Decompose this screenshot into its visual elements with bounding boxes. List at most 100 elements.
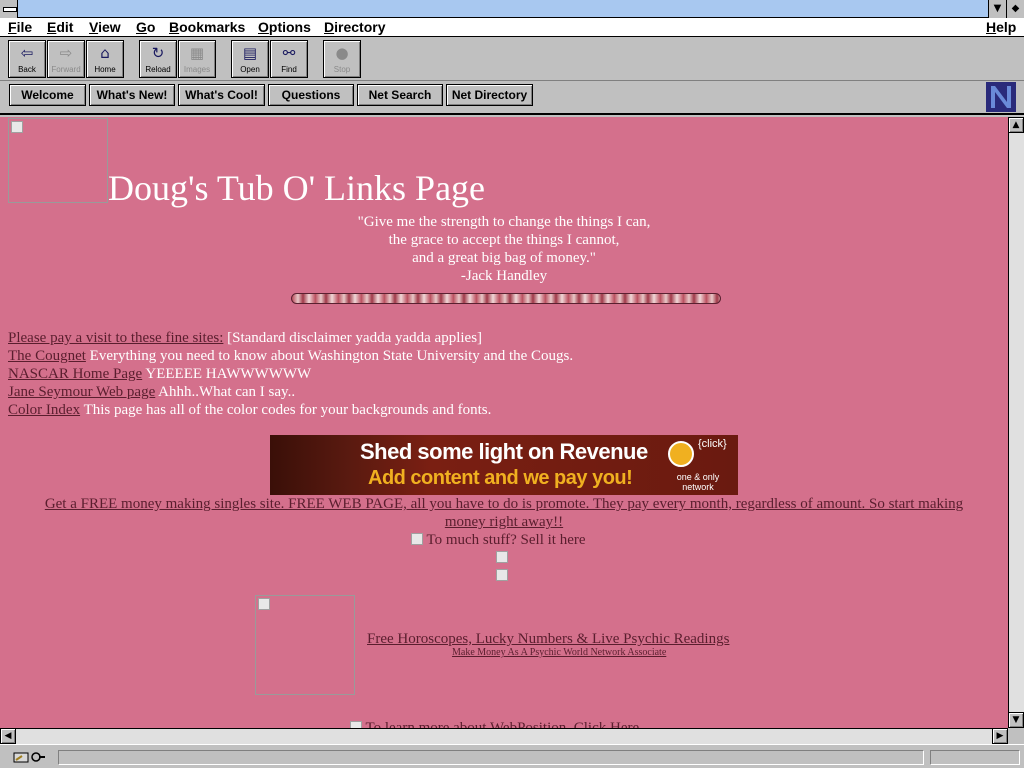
find-label: Find bbox=[281, 65, 297, 74]
scroll-left-arrow-icon[interactable]: ◀ bbox=[0, 728, 16, 744]
welcome-button[interactable]: Welcome bbox=[9, 84, 86, 106]
webposition-image[interactable]: To learn more about WebPosition, Click H… bbox=[350, 719, 639, 728]
images-icon: ▦ bbox=[189, 44, 205, 62]
banner-network: one & only network bbox=[658, 472, 738, 492]
minimize-button[interactable]: ▼ bbox=[988, 0, 1006, 18]
home-icon: ⌂ bbox=[100, 44, 110, 62]
menu-go[interactable]: Go bbox=[136, 19, 155, 35]
net-directory-button[interactable]: Net Directory bbox=[446, 84, 533, 106]
images-button[interactable]: ▦ Images bbox=[178, 40, 216, 78]
system-menu-button[interactable] bbox=[0, 0, 18, 18]
status-bar bbox=[0, 744, 1024, 768]
title-bar: ▼ ◆ bbox=[0, 0, 1024, 18]
webposition-alt-text: To learn more about WebPosition, Click H… bbox=[365, 720, 640, 728]
quote-line-3: and a great big bag of money." bbox=[0, 249, 1008, 267]
scroll-down-arrow-icon[interactable]: ▼ bbox=[1008, 712, 1024, 728]
home-button[interactable]: ⌂ Home bbox=[86, 40, 124, 78]
key-icon bbox=[13, 752, 45, 763]
netscape-n-icon bbox=[986, 82, 1016, 112]
network-line-2: network bbox=[682, 482, 714, 492]
visit-link[interactable]: Please pay a visit to these fine sites: bbox=[8, 330, 223, 346]
quote-line-2: the grace to accept the things I cannot, bbox=[0, 231, 1008, 249]
free-site-line-2: money right away!! bbox=[0, 513, 1008, 531]
quote-author: -Jack Handley bbox=[0, 267, 1008, 285]
header-image-placeholder bbox=[8, 118, 108, 203]
back-button[interactable]: ⇦ Back bbox=[8, 40, 46, 78]
netscape-logo[interactable] bbox=[986, 82, 1016, 112]
menu-help[interactable]: Help bbox=[986, 19, 1016, 35]
images-label: Images bbox=[183, 65, 211, 74]
page-title: Doug's Tub O' Links Page bbox=[108, 168, 486, 208]
quote-text-3: and a great big bag of money." bbox=[412, 250, 596, 266]
menu-file[interactable]: File bbox=[8, 19, 32, 35]
forward-arrow-icon: ⇨ bbox=[59, 44, 73, 62]
open-label: Open bbox=[240, 65, 260, 74]
back-arrow-icon: ⇦ bbox=[20, 44, 34, 62]
revenue-banner-ad[interactable]: Shed some light on Revenue Add content a… bbox=[270, 435, 738, 495]
sell-it-image[interactable]: To much stuff? Sell it here bbox=[411, 531, 586, 549]
reload-button[interactable]: ↻ Reload bbox=[139, 40, 177, 78]
horoscope-link[interactable]: Free Horoscopes, Lucky Numbers & Live Ps… bbox=[367, 631, 729, 647]
directory-button-bar: Welcome What's New! What's Cool! Questio… bbox=[0, 81, 1024, 115]
nascar-link[interactable]: NASCAR Home Page bbox=[8, 366, 142, 382]
quote-text-1: "Give me the strength to change the thin… bbox=[357, 214, 651, 230]
nascar-desc: YEEEEE HAWWWWWW bbox=[145, 366, 312, 382]
home-label: Home bbox=[94, 65, 116, 74]
broken-image-icon bbox=[350, 721, 362, 728]
net-search-button[interactable]: Net Search bbox=[357, 84, 443, 106]
free-site-line-1: Get a FREE money making singles site. FR… bbox=[0, 495, 1008, 513]
broken-image-icon-small-2 bbox=[496, 569, 508, 581]
disclaimer-text: [Standard disclaimer yadda yadda applies… bbox=[227, 330, 483, 346]
decorative-rule bbox=[291, 293, 721, 304]
forward-label: Forward bbox=[51, 65, 81, 74]
scrollbar-corner bbox=[1008, 728, 1024, 744]
broken-image-icon bbox=[11, 121, 23, 133]
maximize-button[interactable]: ◆ bbox=[1006, 0, 1024, 18]
free-site-link-2[interactable]: money right away!! bbox=[445, 514, 563, 530]
quote-text-2: the grace to accept the things I cannot, bbox=[388, 232, 620, 248]
security-key-icon[interactable] bbox=[12, 750, 46, 764]
broken-image-icon bbox=[411, 533, 423, 545]
psychic-image-placeholder[interactable] bbox=[255, 595, 355, 695]
status-progress-field bbox=[930, 750, 1020, 765]
link-row-color-index: Color Index This page has all of the col… bbox=[8, 401, 491, 419]
page-content: Doug's Tub O' Links Page "Give me the st… bbox=[0, 117, 1008, 728]
cougnet-link[interactable]: The Cougnet bbox=[8, 348, 86, 364]
lightbulb-icon bbox=[668, 441, 694, 467]
stop-button[interactable]: ● Stop bbox=[323, 40, 361, 78]
scroll-right-arrow-icon[interactable]: ▶ bbox=[992, 728, 1008, 744]
cougnet-desc: Everything you need to know about Washin… bbox=[89, 348, 574, 364]
whats-cool-button[interactable]: What's Cool! bbox=[178, 84, 265, 106]
jane-seymour-link[interactable]: Jane Seymour Web page bbox=[8, 384, 155, 400]
menu-edit[interactable]: Edit bbox=[47, 19, 73, 35]
banner-line-2: Add content and we pay you! bbox=[368, 467, 633, 489]
color-index-desc: This page has all of the color codes for… bbox=[83, 402, 492, 418]
find-button[interactable]: ⚯ Find bbox=[270, 40, 308, 78]
status-message-field bbox=[58, 750, 924, 765]
stop-label: Stop bbox=[333, 65, 351, 74]
binoculars-icon: ⚯ bbox=[282, 44, 296, 62]
forward-button[interactable]: ⇨ Forward bbox=[47, 40, 85, 78]
menu-directory[interactable]: Directory bbox=[324, 19, 385, 35]
back-label: Back bbox=[18, 65, 36, 74]
free-site-link-1[interactable]: Get a FREE money making singles site. FR… bbox=[45, 496, 963, 512]
reload-icon: ↻ bbox=[151, 44, 165, 62]
menu-view[interactable]: View bbox=[89, 19, 121, 35]
whats-new-button[interactable]: What's New! bbox=[89, 84, 175, 106]
horizontal-scrollbar[interactable]: ◀ ▶ bbox=[0, 728, 1008, 744]
visit-line: Please pay a visit to these fine sites: … bbox=[8, 329, 482, 347]
open-button[interactable]: ▤ Open bbox=[231, 40, 269, 78]
banner-click: {click} bbox=[698, 438, 727, 450]
link-row-nascar: NASCAR Home Page YEEEEE HAWWWWWW bbox=[8, 365, 311, 383]
menu-bookmarks[interactable]: Bookmarks bbox=[169, 19, 245, 35]
psychic-associate-link[interactable]: Make Money As A Psychic World Network As… bbox=[452, 647, 666, 658]
vertical-scrollbar[interactable]: ▲ ▼ bbox=[1008, 117, 1024, 728]
color-index-link[interactable]: Color Index bbox=[8, 402, 80, 418]
reload-label: Reload bbox=[145, 65, 171, 74]
toolbar: ⇦ Back ⇨ Forward ⌂ Home ↻ Reload ▦ Image… bbox=[0, 37, 1024, 81]
jane-seymour-desc: Ahhh..What can I say.. bbox=[158, 384, 296, 400]
menu-options[interactable]: Options bbox=[258, 19, 311, 35]
broken-image-icon-small-1 bbox=[496, 551, 508, 563]
questions-button[interactable]: Questions bbox=[268, 84, 354, 106]
scroll-up-arrow-icon[interactable]: ▲ bbox=[1008, 117, 1024, 133]
